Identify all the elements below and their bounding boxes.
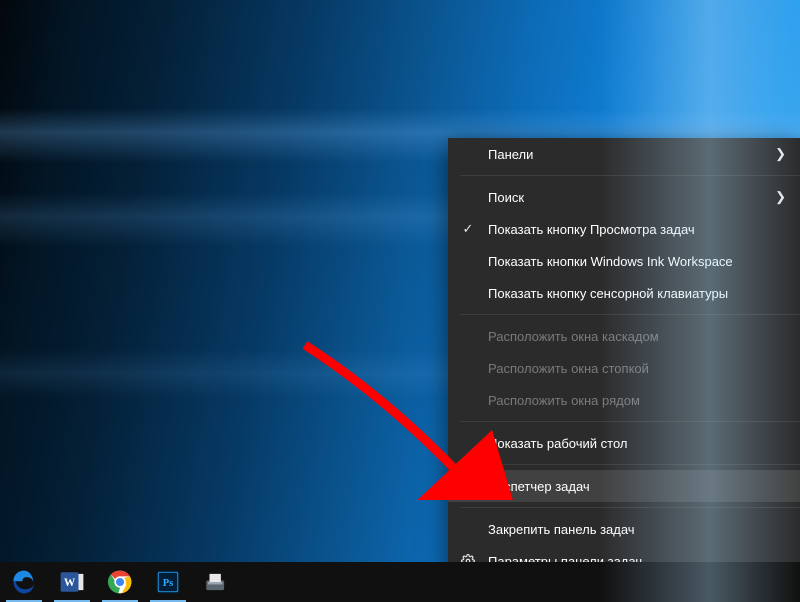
menu-item-ink-workspace[interactable]: Показать кнопки Windows Ink Workspace <box>448 245 800 277</box>
word-icon: W <box>59 569 85 595</box>
desktop-wallpaper: Панели ❯ Поиск ❯ ✓ Показать кнопку Просм… <box>0 0 800 602</box>
check-icon: ✓ <box>460 221 476 237</box>
menu-item-show-desktop[interactable]: Показать рабочий стол <box>448 427 800 459</box>
taskbar-app-scanner[interactable] <box>192 562 240 602</box>
menu-item-label: Показать кнопки Windows Ink Workspace <box>488 254 733 269</box>
menu-item-label: Расположить окна каскадом <box>488 329 659 344</box>
menu-item-panels[interactable]: Панели ❯ <box>448 138 800 170</box>
menu-separator <box>460 175 800 176</box>
menu-item-label: Показать кнопку Просмотра задач <box>488 222 695 237</box>
menu-item-label: Панели <box>488 147 533 162</box>
menu-separator <box>460 507 800 508</box>
menu-item-label: Расположить окна стопкой <box>488 361 649 376</box>
menu-item-show-taskview[interactable]: ✓ Показать кнопку Просмотра задач <box>448 213 800 245</box>
menu-item-cascade: Расположить окна каскадом <box>448 320 800 352</box>
taskbar-app-word[interactable]: W <box>48 562 96 602</box>
scanner-icon <box>203 569 229 595</box>
chevron-right-icon: ❯ <box>775 146 786 162</box>
menu-item-label: Расположить окна рядом <box>488 393 640 408</box>
svg-text:W: W <box>64 577 76 589</box>
menu-item-stack: Расположить окна стопкой <box>448 352 800 384</box>
menu-item-search[interactable]: Поиск ❯ <box>448 181 800 213</box>
taskbar[interactable]: W Ps <box>0 562 800 602</box>
menu-separator <box>460 314 800 315</box>
taskbar-app-edge[interactable] <box>0 562 48 602</box>
menu-separator <box>460 421 800 422</box>
edge-icon <box>11 569 37 595</box>
menu-item-label: Показать рабочий стол <box>488 436 627 451</box>
menu-item-label: Показать кнопку сенсорной клавиатуры <box>488 286 728 301</box>
menu-item-label: Диспетчер задач <box>488 479 590 494</box>
taskbar-app-photoshop[interactable]: Ps <box>144 562 192 602</box>
taskbar-context-menu: Панели ❯ Поиск ❯ ✓ Показать кнопку Просм… <box>448 138 800 577</box>
menu-item-label: Закрепить панель задач <box>488 522 635 537</box>
taskbar-app-chrome[interactable] <box>96 562 144 602</box>
menu-item-task-manager[interactable]: Диспетчер задач <box>448 470 800 502</box>
photoshop-icon: Ps <box>155 569 181 595</box>
svg-text:Ps: Ps <box>163 578 174 589</box>
menu-item-lock-taskbar[interactable]: Закрепить панель задач <box>448 513 800 545</box>
menu-item-sidebyside: Расположить окна рядом <box>448 384 800 416</box>
menu-item-label: Поиск <box>488 190 524 205</box>
chrome-icon <box>107 569 133 595</box>
menu-separator <box>460 464 800 465</box>
menu-item-touch-keyboard[interactable]: Показать кнопку сенсорной клавиатуры <box>448 277 800 309</box>
chevron-right-icon: ❯ <box>775 189 786 205</box>
